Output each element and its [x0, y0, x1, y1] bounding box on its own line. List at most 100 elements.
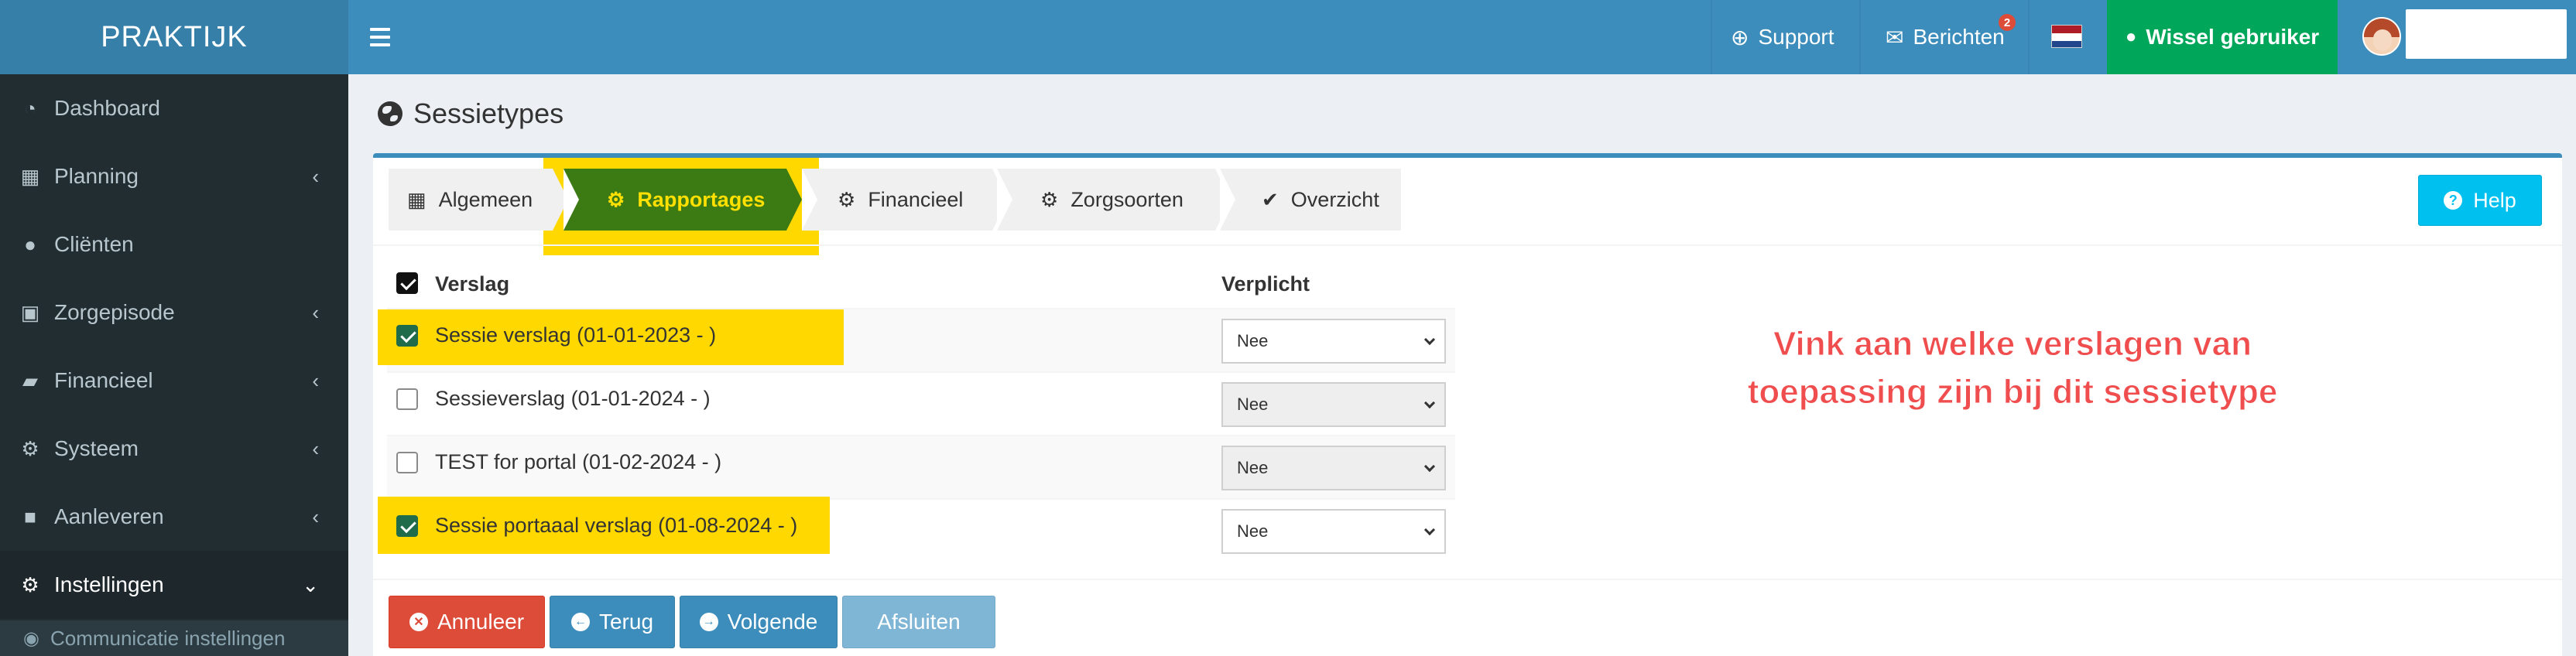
- dutch-flag-icon[interactable]: [2051, 25, 2082, 48]
- page-title: Sessietypes: [378, 97, 564, 130]
- help-button[interactable]: ? Help: [2418, 175, 2542, 226]
- chevron-left-icon: ‹: [312, 164, 319, 188]
- row-label: TEST for portal (01-02-2024 - ): [435, 450, 722, 473]
- sidebar-subitem-communicatie[interactable]: ◉ Communicatie instellingen: [0, 620, 348, 656]
- chevron-down-icon: ⌄: [302, 572, 319, 596]
- check-icon: ✔: [1262, 187, 1279, 211]
- user-icon: ●: [24, 232, 36, 256]
- chevron-down-icon: [1423, 460, 1436, 473]
- arrow-left-circle-icon: ←: [570, 613, 590, 631]
- sidebar: ◔ Dashboard ▦ Planning ‹ ● Cliënten ▣ Zo…: [0, 74, 348, 656]
- gear-icon: ⚙: [838, 187, 856, 211]
- sidebar-item-label: Cliënten: [54, 232, 134, 256]
- column-header-verslag: Verslag: [435, 272, 510, 296]
- row-checkbox[interactable]: [396, 515, 418, 537]
- top-navbar: PRAKTIJK ⊕ Support ✉ Berichten 2 ● Wisse…: [0, 0, 2576, 74]
- calendar-icon: ▦: [20, 164, 40, 188]
- money-bag-icon: ●: [2125, 26, 2137, 47]
- user-avatar[interactable]: [2362, 17, 2401, 56]
- switch-user-button[interactable]: ● Wissel gebruiker: [2107, 0, 2338, 74]
- column-header-verplicht: Verplicht: [1221, 272, 1310, 296]
- chevron-left-icon: ‹: [312, 504, 319, 528]
- nav-divider: [1711, 0, 1712, 74]
- footer-divider: [373, 579, 2562, 580]
- step-financieel[interactable]: ⚙ Financieel: [802, 169, 1008, 231]
- app-logo[interactable]: PRAKTIJK: [0, 0, 348, 74]
- row-label: Sessieverslag (01-01-2024 - ): [435, 387, 711, 410]
- truck-icon: ■: [24, 504, 36, 528]
- cancel-button[interactable]: ✕ Annuleer: [389, 596, 545, 648]
- step-label: Zorgsoorten: [1070, 187, 1184, 211]
- divider: [373, 244, 2562, 246]
- back-button[interactable]: ← Terug: [550, 596, 675, 648]
- chevron-down-icon: [1423, 397, 1436, 409]
- row-label: Sessie verslag (01-01-2023 - ): [435, 323, 717, 347]
- globe-icon: [378, 101, 402, 126]
- support-label: Support: [1758, 25, 1834, 49]
- gear-icon: ⚙: [607, 187, 625, 211]
- finish-label: Afsluiten: [877, 610, 961, 634]
- sidebar-item-systeem[interactable]: ⚙ Systeem ‹: [0, 415, 348, 483]
- book-icon: ▰: [22, 368, 38, 392]
- sidebar-item-clienten[interactable]: ● Cliënten: [0, 210, 348, 278]
- finish-button[interactable]: Afsluiten: [842, 596, 995, 648]
- step-label: Rapportages: [637, 187, 766, 211]
- select-value: Nee: [1237, 458, 1269, 477]
- briefcase-icon: ▣: [20, 300, 40, 324]
- lifebuoy-icon: ⊕: [1731, 25, 1749, 50]
- annotation-line: Vink aan welke verslagen van: [1773, 325, 2252, 364]
- sidebar-item-dashboard[interactable]: ◔ Dashboard: [0, 74, 348, 142]
- page-title-text: Sessietypes: [413, 97, 564, 129]
- next-button[interactable]: → Volgende: [680, 596, 838, 648]
- gear-icon: ⚙: [21, 572, 39, 596]
- select-value: Nee: [1237, 521, 1269, 541]
- chevron-down-icon: [1423, 333, 1436, 346]
- row-checkbox[interactable]: [396, 388, 418, 410]
- annotation-line: toepassing zijn bij dit sessietype: [1747, 373, 2278, 412]
- switch-user-label: Wissel gebruiker: [2146, 25, 2320, 49]
- row-checkbox[interactable]: [396, 325, 418, 347]
- menu-toggle-icon[interactable]: [370, 23, 390, 51]
- step-algemeen[interactable]: ▦ Algemeen: [389, 169, 568, 231]
- table-icon: ▦: [407, 187, 426, 211]
- messages-link[interactable]: ✉ Berichten: [1886, 0, 2005, 74]
- messages-label: Berichten: [1913, 25, 2005, 49]
- row-divider: [387, 371, 1455, 373]
- back-label: Terug: [598, 610, 654, 634]
- dashboard-icon: ◔: [24, 96, 36, 120]
- sidebar-item-aanleveren[interactable]: ■ Aanleveren ‹: [0, 483, 348, 551]
- chevron-left-icon: ‹: [312, 368, 319, 392]
- sidebar-item-label: Zorgepisode: [54, 300, 175, 324]
- sidebar-item-label: Instellingen: [54, 572, 164, 596]
- sidebar-item-financieel[interactable]: ▰ Financieel ‹: [0, 347, 348, 415]
- cancel-label: Annuleer: [437, 610, 525, 634]
- sidebar-item-label: Systeem: [54, 436, 139, 460]
- question-icon: ?: [2444, 191, 2463, 210]
- sidebar-item-label: Financieel: [54, 368, 153, 392]
- select-all-checkbox[interactable]: [396, 272, 418, 294]
- row-checkbox[interactable]: [396, 452, 418, 473]
- step-zorgsoorten[interactable]: ⚙ Zorgsoorten: [997, 169, 1231, 231]
- chevron-left-icon: ‹: [312, 300, 319, 324]
- step-label: Financieel: [868, 187, 964, 211]
- gear-icon: ⚙: [1040, 187, 1059, 211]
- sidebar-subitem-label: Communicatie instellingen: [50, 626, 286, 650]
- next-label: Volgende: [727, 610, 818, 634]
- verplicht-select[interactable]: Nee: [1221, 446, 1446, 490]
- step-rapportages[interactable]: ⚙ Rapportages: [564, 169, 802, 231]
- nav-divider: [2028, 0, 2030, 74]
- sidebar-item-instellingen[interactable]: ⚙ Instellingen ⌄: [0, 551, 348, 619]
- verplicht-select[interactable]: Nee: [1221, 509, 1446, 554]
- verplicht-select[interactable]: Nee: [1221, 319, 1446, 364]
- sidebar-item-planning[interactable]: ▦ Planning ‹: [0, 142, 348, 210]
- sidebar-item-zorgepisode[interactable]: ▣ Zorgepisode ‹: [0, 278, 348, 347]
- envelope-icon: ✉: [1886, 25, 1904, 50]
- support-link[interactable]: ⊕ Support: [1731, 0, 1834, 74]
- row-divider: [387, 435, 1455, 436]
- step-label: Algemeen: [438, 187, 533, 211]
- verplicht-select[interactable]: Nee: [1221, 382, 1446, 427]
- user-name-field[interactable]: [2406, 9, 2567, 59]
- step-overzicht[interactable]: ✔ Overzicht: [1220, 169, 1401, 231]
- select-value: Nee: [1237, 331, 1269, 350]
- arrow-right-circle-icon: →: [699, 613, 718, 631]
